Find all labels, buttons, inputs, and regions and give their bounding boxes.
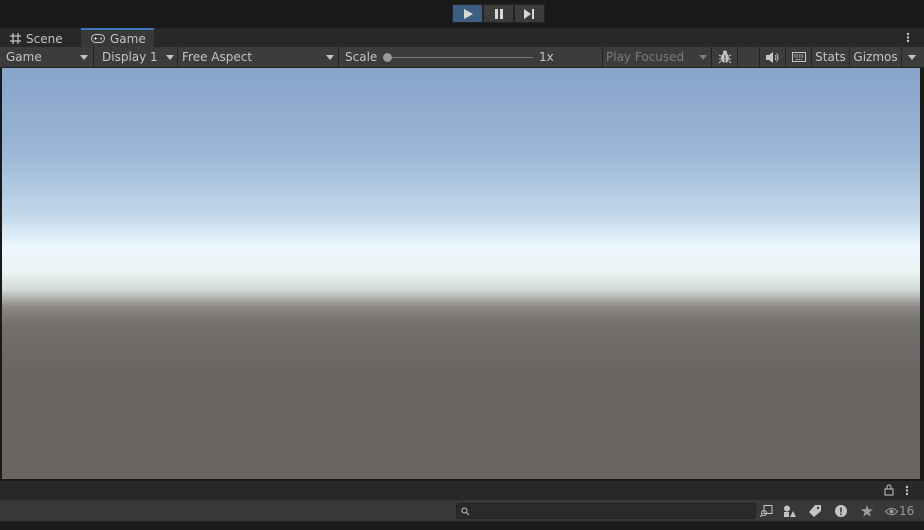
tab-scene-label: Scene xyxy=(26,31,63,46)
chevron-down-icon xyxy=(699,55,707,60)
view-mode-label: Game xyxy=(6,50,42,64)
scale-value: 1x xyxy=(539,50,554,64)
scale-slider-thumb[interactable] xyxy=(383,53,392,62)
game-view-toolbar: Game Display 1 Free Aspect Scale 1x Play… xyxy=(0,47,924,68)
warning-icon xyxy=(835,505,847,517)
bottom-panel-toolbar: 16 xyxy=(0,500,924,522)
chevron-down-icon xyxy=(326,55,334,60)
hidden-objects-toggle[interactable]: 16 xyxy=(885,503,919,519)
toolbar-spacer xyxy=(738,47,760,67)
step-button[interactable] xyxy=(514,4,545,23)
gizmos-dropdown[interactable] xyxy=(902,47,924,67)
tab-scene[interactable]: Scene xyxy=(0,30,80,47)
bug-icon xyxy=(718,50,731,64)
view-mode-dropdown[interactable]: Game xyxy=(0,47,94,67)
pause-icon xyxy=(494,8,503,19)
status-bar xyxy=(0,522,924,530)
errors-toggle[interactable] xyxy=(832,503,850,519)
play-mode-dropdown[interactable]: Play Focused xyxy=(603,47,712,67)
play-mode-label: Play Focused xyxy=(606,50,685,64)
visible-count: 16 xyxy=(899,504,915,518)
search-field[interactable] xyxy=(456,503,756,519)
shapes-icon xyxy=(783,505,796,517)
debug-toggle[interactable] xyxy=(712,47,738,67)
grid-icon xyxy=(10,33,21,44)
lock-icon[interactable] xyxy=(884,484,894,499)
speaker-icon xyxy=(766,51,779,63)
play-button[interactable] xyxy=(452,4,483,23)
eye-icon xyxy=(885,507,898,515)
pause-button[interactable] xyxy=(483,4,514,23)
tab-game-label: Game xyxy=(110,31,146,46)
tab-game[interactable]: Game xyxy=(81,28,154,47)
filter-by-label-button[interactable] xyxy=(806,503,824,519)
chevron-down-icon xyxy=(80,55,88,60)
search-icon xyxy=(461,507,470,516)
more-options-icon[interactable] xyxy=(904,31,912,44)
aspect-dropdown[interactable]: Free Aspect xyxy=(178,47,339,67)
scale-slider-track[interactable] xyxy=(386,57,533,58)
stats-label: Stats xyxy=(815,50,846,64)
gamepad-icon xyxy=(91,34,105,43)
search-by-type-button[interactable] xyxy=(757,503,775,519)
scale-label: Scale xyxy=(345,50,378,64)
favorites-button[interactable] xyxy=(858,503,876,519)
shortcuts-toggle[interactable] xyxy=(786,47,812,67)
more-options-icon[interactable] xyxy=(903,484,911,500)
gizmos-label: Gizmos xyxy=(853,50,898,64)
mute-audio-toggle[interactable] xyxy=(760,47,786,67)
filter-by-type-button[interactable] xyxy=(780,503,798,519)
star-icon xyxy=(861,505,873,517)
window-tab-strip: Scene Game xyxy=(0,28,924,47)
gizmos-button[interactable]: Gizmos xyxy=(850,47,902,67)
step-icon xyxy=(524,8,534,19)
display-dropdown[interactable]: Display 1 xyxy=(94,47,178,67)
search-type-icon xyxy=(759,505,772,517)
play-icon xyxy=(463,8,473,19)
aspect-label: Free Aspect xyxy=(182,50,253,64)
scale-control: Scale 1x xyxy=(339,47,603,67)
chevron-down-icon xyxy=(166,55,174,60)
stats-button[interactable]: Stats xyxy=(812,47,850,67)
tag-icon xyxy=(809,505,821,517)
display-label: Display 1 xyxy=(102,50,158,64)
chevron-down-icon xyxy=(908,55,916,60)
keyboard-icon xyxy=(791,52,806,62)
play-toolbar xyxy=(0,0,924,28)
game-viewport[interactable] xyxy=(2,68,920,479)
bottom-panel-header xyxy=(0,481,924,500)
